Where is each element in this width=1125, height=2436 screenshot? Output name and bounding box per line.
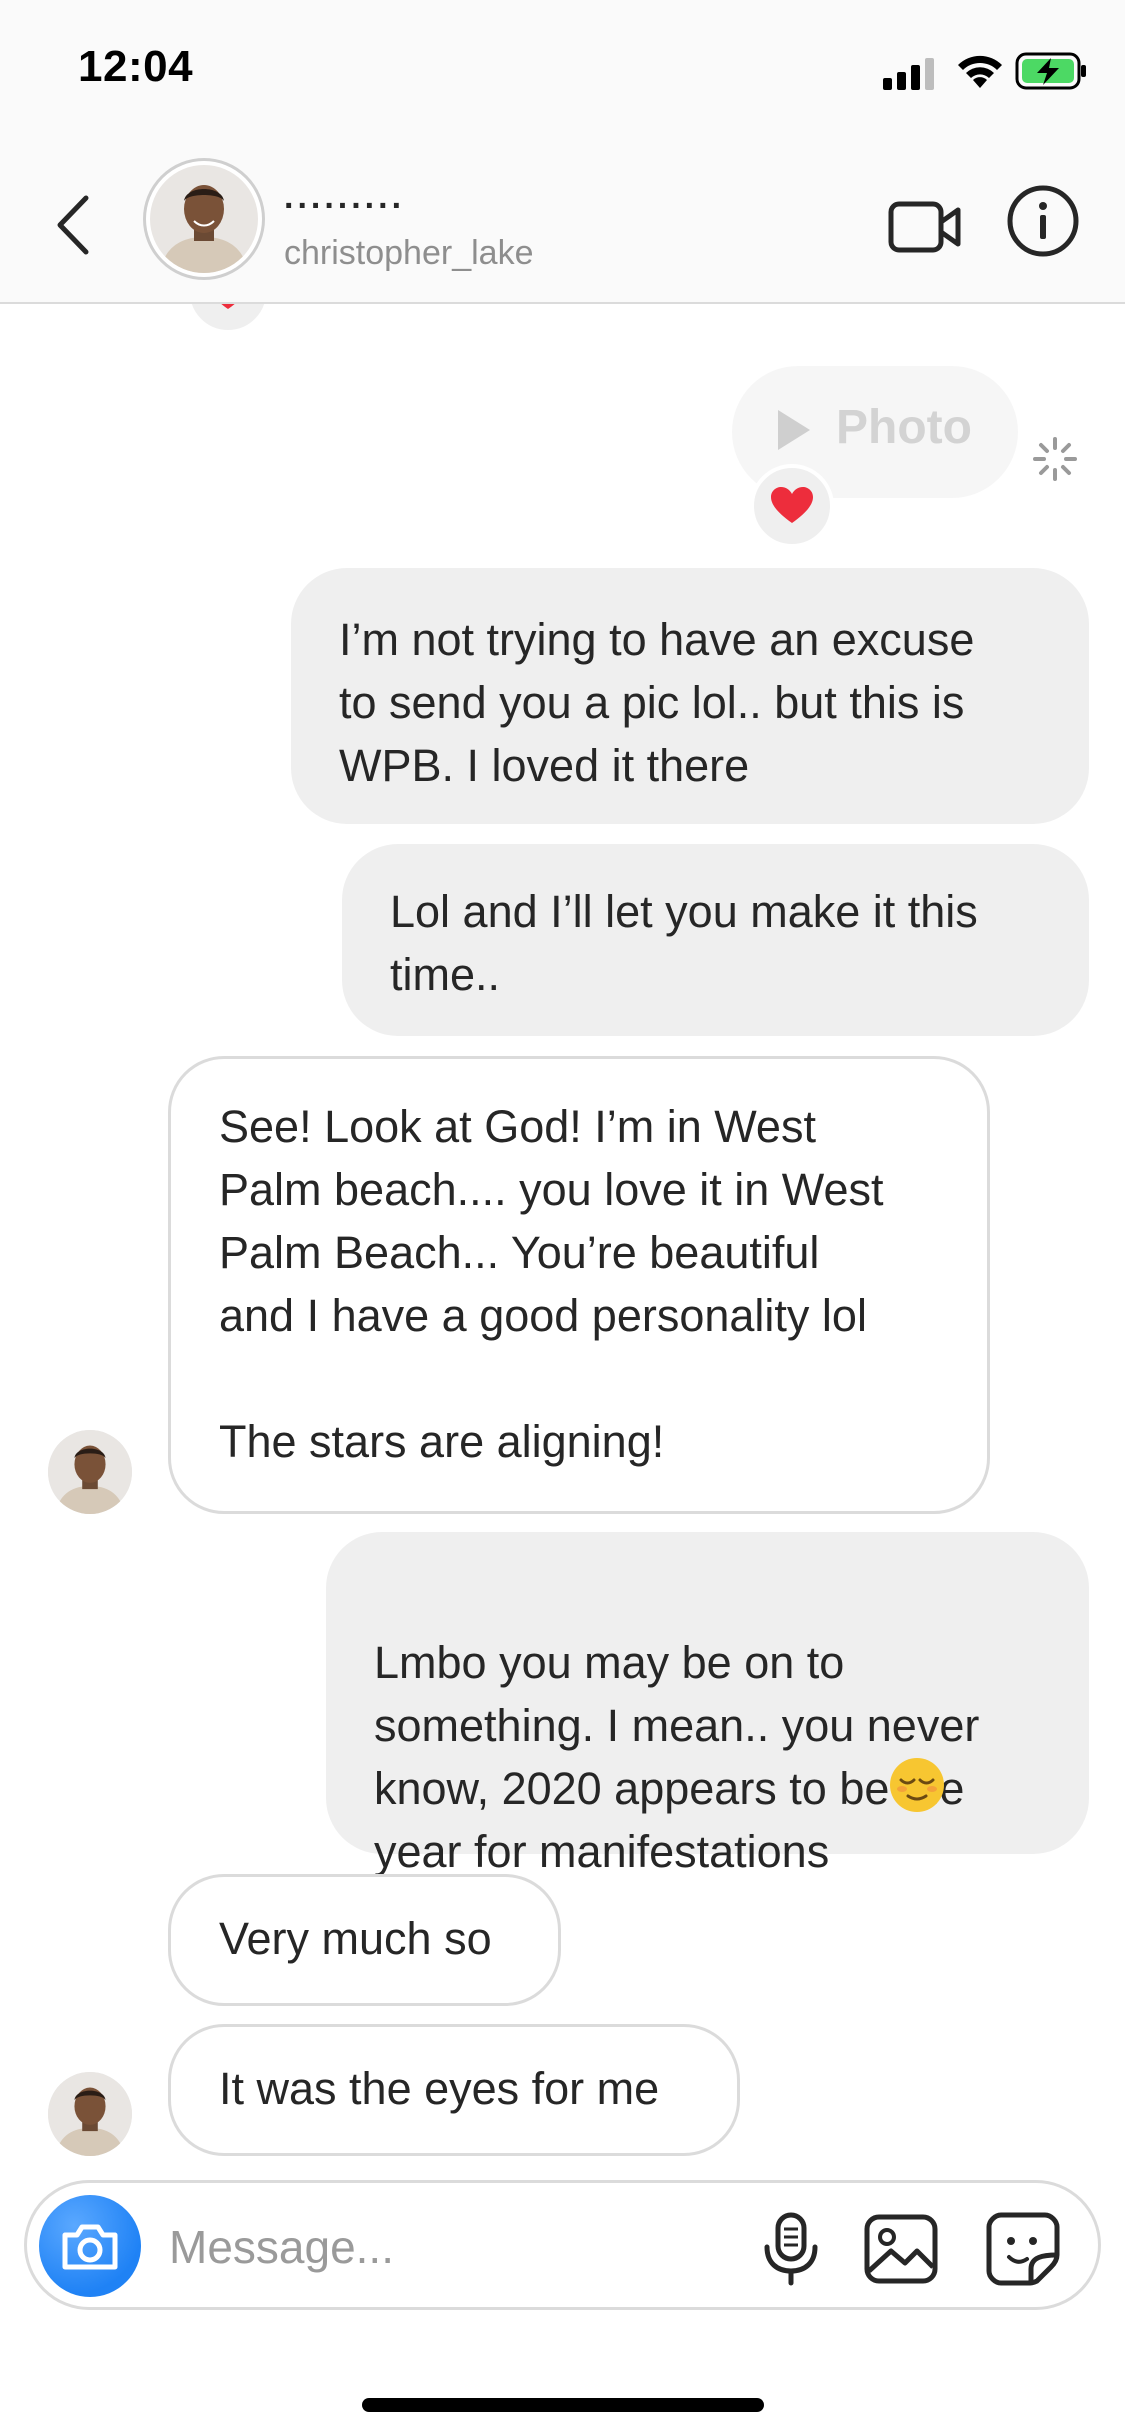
message-thread[interactable]: Photo I’m not trying to have an excuse t… [0, 304, 1125, 2176]
status-bar: 12:04 [0, 0, 1125, 150]
message-bubble-received[interactable]: Very much so [168, 1874, 561, 2006]
camera-button[interactable] [39, 2195, 141, 2297]
video-camera-icon[interactable] [888, 192, 962, 262]
avatar-image [150, 165, 258, 273]
status-time: 12:04 [78, 42, 194, 91]
message-bubble-sent[interactable]: Lmbo you may be on to something. I mean.… [326, 1532, 1089, 1877]
conversation-header: ......... christopher_lake [0, 150, 1125, 304]
heart-reaction-icon[interactable] [750, 464, 834, 548]
message-bubble-received[interactable]: It was the eyes for me [168, 2024, 740, 2156]
message-composer [24, 2180, 1101, 2310]
relieved-face-icon [890, 1758, 944, 1812]
camera-icon [62, 2224, 118, 2270]
photo-label: Photo [836, 401, 972, 454]
battery-charging-icon [1015, 52, 1086, 90]
avatar[interactable] [143, 158, 265, 280]
message-bubble-received[interactable]: See! Look at God! I’m in West Palm beach… [168, 1056, 990, 1514]
header-display-name[interactable]: ......... [284, 178, 405, 217]
wifi-icon [958, 55, 1002, 88]
signal-icon [883, 58, 934, 90]
header-username[interactable]: christopher_lake [284, 234, 533, 273]
sticker-icon[interactable] [985, 2211, 1061, 2287]
avatar-image [48, 1430, 132, 1514]
sender-avatar[interactable] [48, 2072, 132, 2156]
info-icon[interactable] [1006, 184, 1080, 258]
heart-reaction-icon[interactable] [186, 304, 270, 334]
play-icon [778, 410, 810, 450]
home-indicator[interactable] [362, 2398, 764, 2412]
microphone-icon[interactable] [753, 2211, 829, 2287]
avatar-image [48, 2072, 132, 2156]
loading-spinner-icon [1033, 437, 1077, 481]
message-bubble-sent[interactable]: Lol and I’ll let you make it this time.. [342, 844, 1089, 1036]
sender-avatar[interactable] [48, 1430, 132, 1514]
gallery-icon[interactable] [863, 2211, 939, 2287]
back-chevron-icon[interactable] [50, 190, 100, 260]
message-input[interactable] [167, 2213, 731, 2281]
message-bubble-sent[interactable]: I’m not trying to have an excuse to send… [291, 568, 1089, 824]
